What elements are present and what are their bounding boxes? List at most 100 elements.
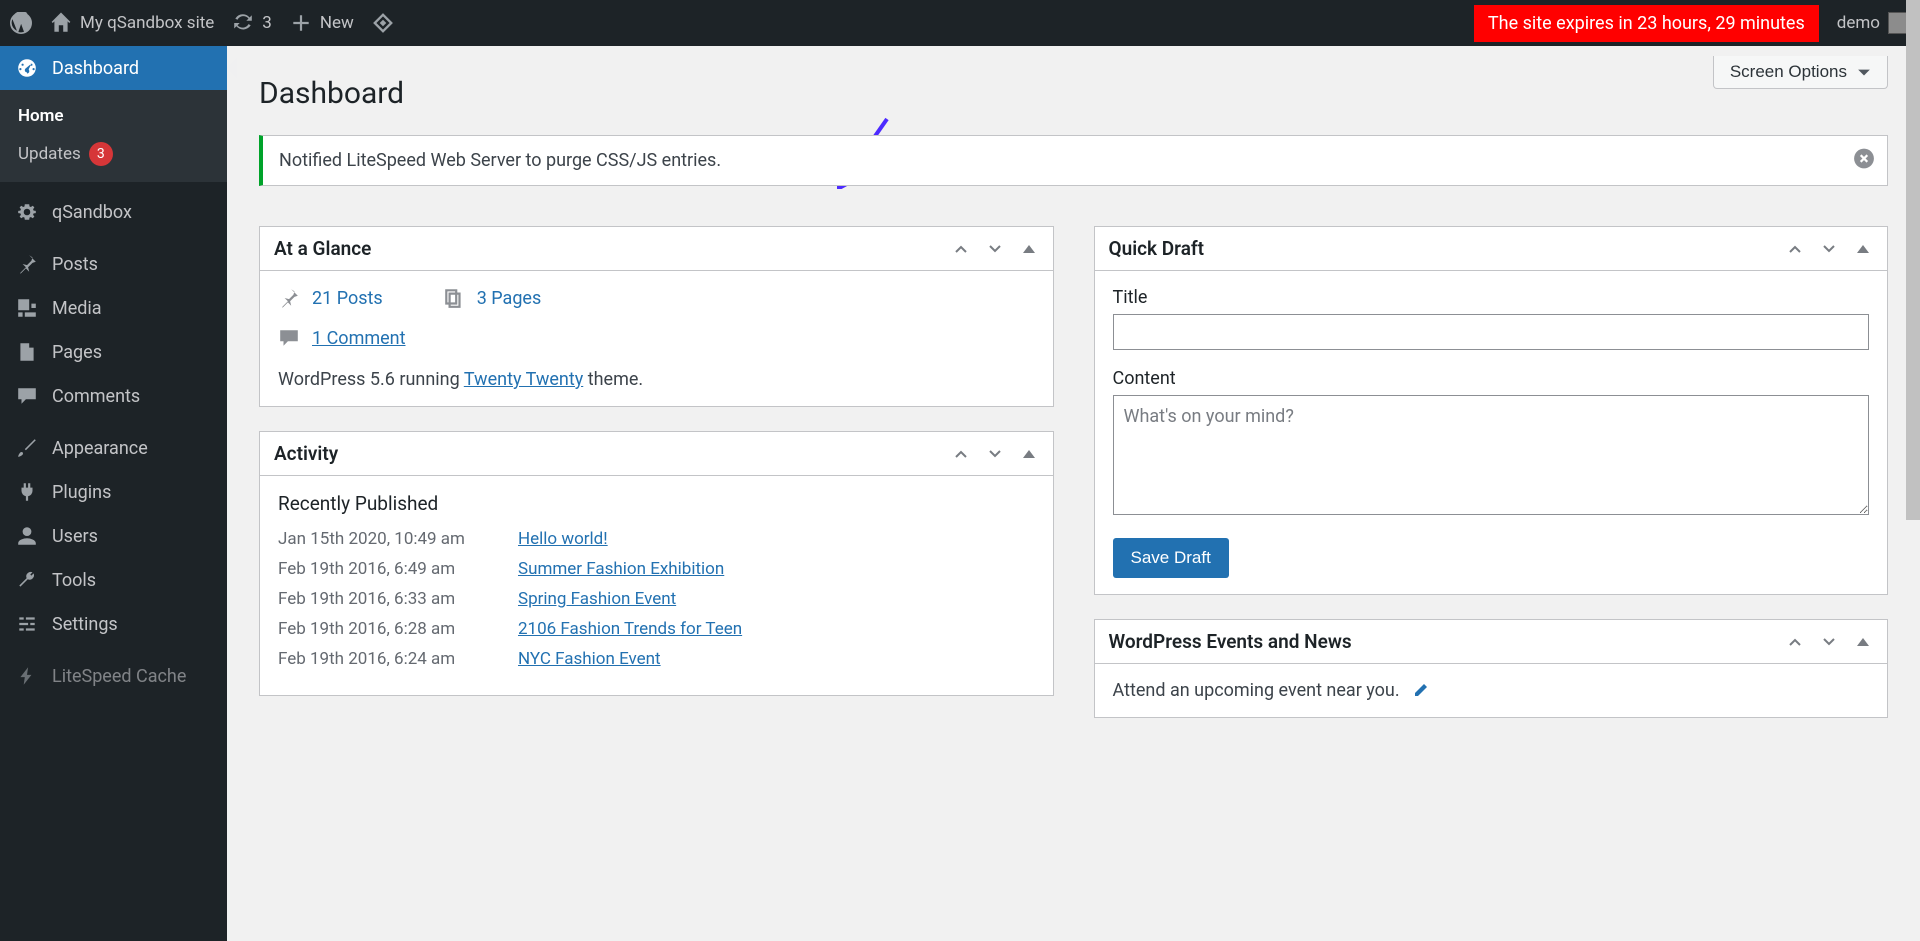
quick-draft-box: Quick Draft Title Content Save Draft (1094, 226, 1889, 595)
comments-count-link[interactable]: 1 Comment (312, 328, 406, 349)
refresh-count: 3 (262, 13, 272, 33)
draft-content-textarea[interactable] (1113, 395, 1870, 515)
wp-events-title: WordPress Events and News (1109, 630, 1352, 653)
comment-icon (16, 385, 38, 407)
chevron-up-icon[interactable] (951, 444, 971, 464)
new-label: New (320, 13, 354, 33)
triangle-up-icon[interactable] (1019, 444, 1039, 464)
plus-icon (290, 12, 312, 34)
recently-published-heading: Recently Published (278, 492, 1035, 515)
pages-icon (16, 341, 38, 363)
wrench-icon (16, 569, 38, 591)
expire-banner: The site expires in 23 hours, 29 minutes (1474, 5, 1819, 42)
site-name: My qSandbox site (80, 13, 214, 33)
sidebar-item-comments[interactable]: Comments (0, 374, 227, 418)
refresh-link[interactable]: 3 (232, 12, 272, 34)
updates-badge: 3 (89, 142, 113, 166)
triangle-up-icon[interactable] (1019, 239, 1039, 259)
sidebar-subitem-updates[interactable]: Updates 3 (0, 134, 227, 174)
sidebar-subitem-home[interactable]: Home (0, 98, 227, 134)
comment-icon (278, 327, 300, 349)
triangle-down-icon (1857, 65, 1871, 79)
sidebar-item-posts[interactable]: Posts (0, 242, 227, 286)
triangle-up-icon[interactable] (1853, 632, 1873, 652)
pin-icon (278, 287, 300, 309)
posts-count-link[interactable]: 21 Posts (312, 288, 383, 309)
draft-title-input[interactable] (1113, 314, 1870, 350)
refresh-icon (232, 12, 254, 34)
pages-icon (443, 287, 465, 309)
theme-link[interactable]: Twenty Twenty (464, 369, 583, 390)
activity-row: Feb 19th 2016, 6:24 amNYC Fashion Event (278, 649, 1035, 669)
quick-draft-title: Quick Draft (1109, 237, 1205, 260)
notice-success: Notified LiteSpeed Web Server to purge C… (259, 135, 1888, 186)
scrollbar-thumb[interactable] (1906, 0, 1920, 520)
chevron-down-icon[interactable] (1819, 239, 1839, 259)
page-title: Dashboard (259, 76, 1888, 111)
sidebar-item-plugins[interactable]: Plugins (0, 470, 227, 514)
chevron-down-icon[interactable] (985, 239, 1005, 259)
activity-row: Feb 19th 2016, 6:49 amSummer Fashion Exh… (278, 559, 1035, 579)
notice-dismiss[interactable] (1853, 147, 1875, 174)
user-menu[interactable]: demo (1837, 12, 1910, 34)
chevron-up-icon[interactable] (1785, 239, 1805, 259)
media-icon (16, 297, 38, 319)
at-a-glance-title: At a Glance (274, 237, 371, 260)
activity-row: Jan 15th 2020, 10:49 amHello world! (278, 529, 1035, 549)
post-link[interactable]: 2106 Fashion Trends for Teen (518, 619, 742, 639)
activity-title: Activity (274, 442, 338, 465)
close-icon (1853, 147, 1875, 169)
wp-version-line: WordPress 5.6 running Twenty Twenty them… (278, 369, 1035, 390)
main-content: Screen Options Dashboard Notified LiteSp… (227, 46, 1920, 941)
home-icon (50, 12, 72, 34)
post-link[interactable]: Summer Fashion Exhibition (518, 559, 724, 579)
new-link[interactable]: New (290, 12, 354, 34)
chevron-up-icon[interactable] (951, 239, 971, 259)
diamond-icon (372, 12, 394, 34)
wordpress-icon (10, 12, 32, 34)
sidebar-item-dashboard[interactable]: Dashboard (0, 46, 227, 90)
activity-box: Activity Recently Published Jan 15th 202… (259, 431, 1054, 696)
sidebar-item-media[interactable]: Media (0, 286, 227, 330)
user-icon (16, 525, 38, 547)
dashboard-icon (16, 57, 38, 79)
chevron-up-icon[interactable] (1785, 632, 1805, 652)
user-name: demo (1837, 13, 1880, 33)
site-name-link[interactable]: My qSandbox site (50, 12, 214, 34)
triangle-up-icon[interactable] (1853, 239, 1873, 259)
scrollbar[interactable] (1906, 0, 1920, 941)
sidebar-item-qsandbox[interactable]: qSandbox (0, 190, 227, 234)
content-label: Content (1113, 368, 1870, 389)
plug-icon (16, 481, 38, 503)
bolt-icon (16, 665, 38, 687)
activity-row: Feb 19th 2016, 6:28 am2106 Fashion Trend… (278, 619, 1035, 639)
sidebar-item-appearance[interactable]: Appearance (0, 426, 227, 470)
wp-events-box: WordPress Events and News Attend an upco… (1094, 619, 1889, 718)
sidebar-item-pages[interactable]: Pages (0, 330, 227, 374)
diamond-link[interactable] (372, 12, 394, 34)
sidebar-item-users[interactable]: Users (0, 514, 227, 558)
post-link[interactable]: Spring Fashion Event (518, 589, 676, 609)
post-link[interactable]: NYC Fashion Event (518, 649, 661, 669)
activity-row: Feb 19th 2016, 6:33 amSpring Fashion Eve… (278, 589, 1035, 609)
edit-icon[interactable] (1410, 681, 1430, 701)
at-a-glance-box: At a Glance 21 Posts (259, 226, 1054, 407)
notice-text: Notified LiteSpeed Web Server to purge C… (279, 150, 721, 171)
sidebar-item-tools[interactable]: Tools (0, 558, 227, 602)
chevron-down-icon[interactable] (1819, 632, 1839, 652)
pin-icon (16, 253, 38, 275)
post-link[interactable]: Hello world! (518, 529, 608, 549)
admin-bar: My qSandbox site 3 New The site expires … (0, 0, 1920, 46)
sidebar-item-litespeed[interactable]: LiteSpeed Cache (0, 654, 227, 698)
admin-sidebar: Dashboard Home Updates 3 qSandbox Posts … (0, 46, 227, 941)
sliders-icon (16, 613, 38, 635)
sidebar-item-settings[interactable]: Settings (0, 602, 227, 646)
save-draft-button[interactable]: Save Draft (1113, 538, 1229, 578)
screen-options-button[interactable]: Screen Options (1713, 56, 1888, 89)
brush-icon (16, 437, 38, 459)
events-attend-text: Attend an upcoming event near you. (1113, 680, 1400, 701)
wp-logo[interactable] (10, 12, 32, 34)
title-label: Title (1113, 287, 1870, 308)
pages-count-link[interactable]: 3 Pages (477, 288, 542, 309)
chevron-down-icon[interactable] (985, 444, 1005, 464)
